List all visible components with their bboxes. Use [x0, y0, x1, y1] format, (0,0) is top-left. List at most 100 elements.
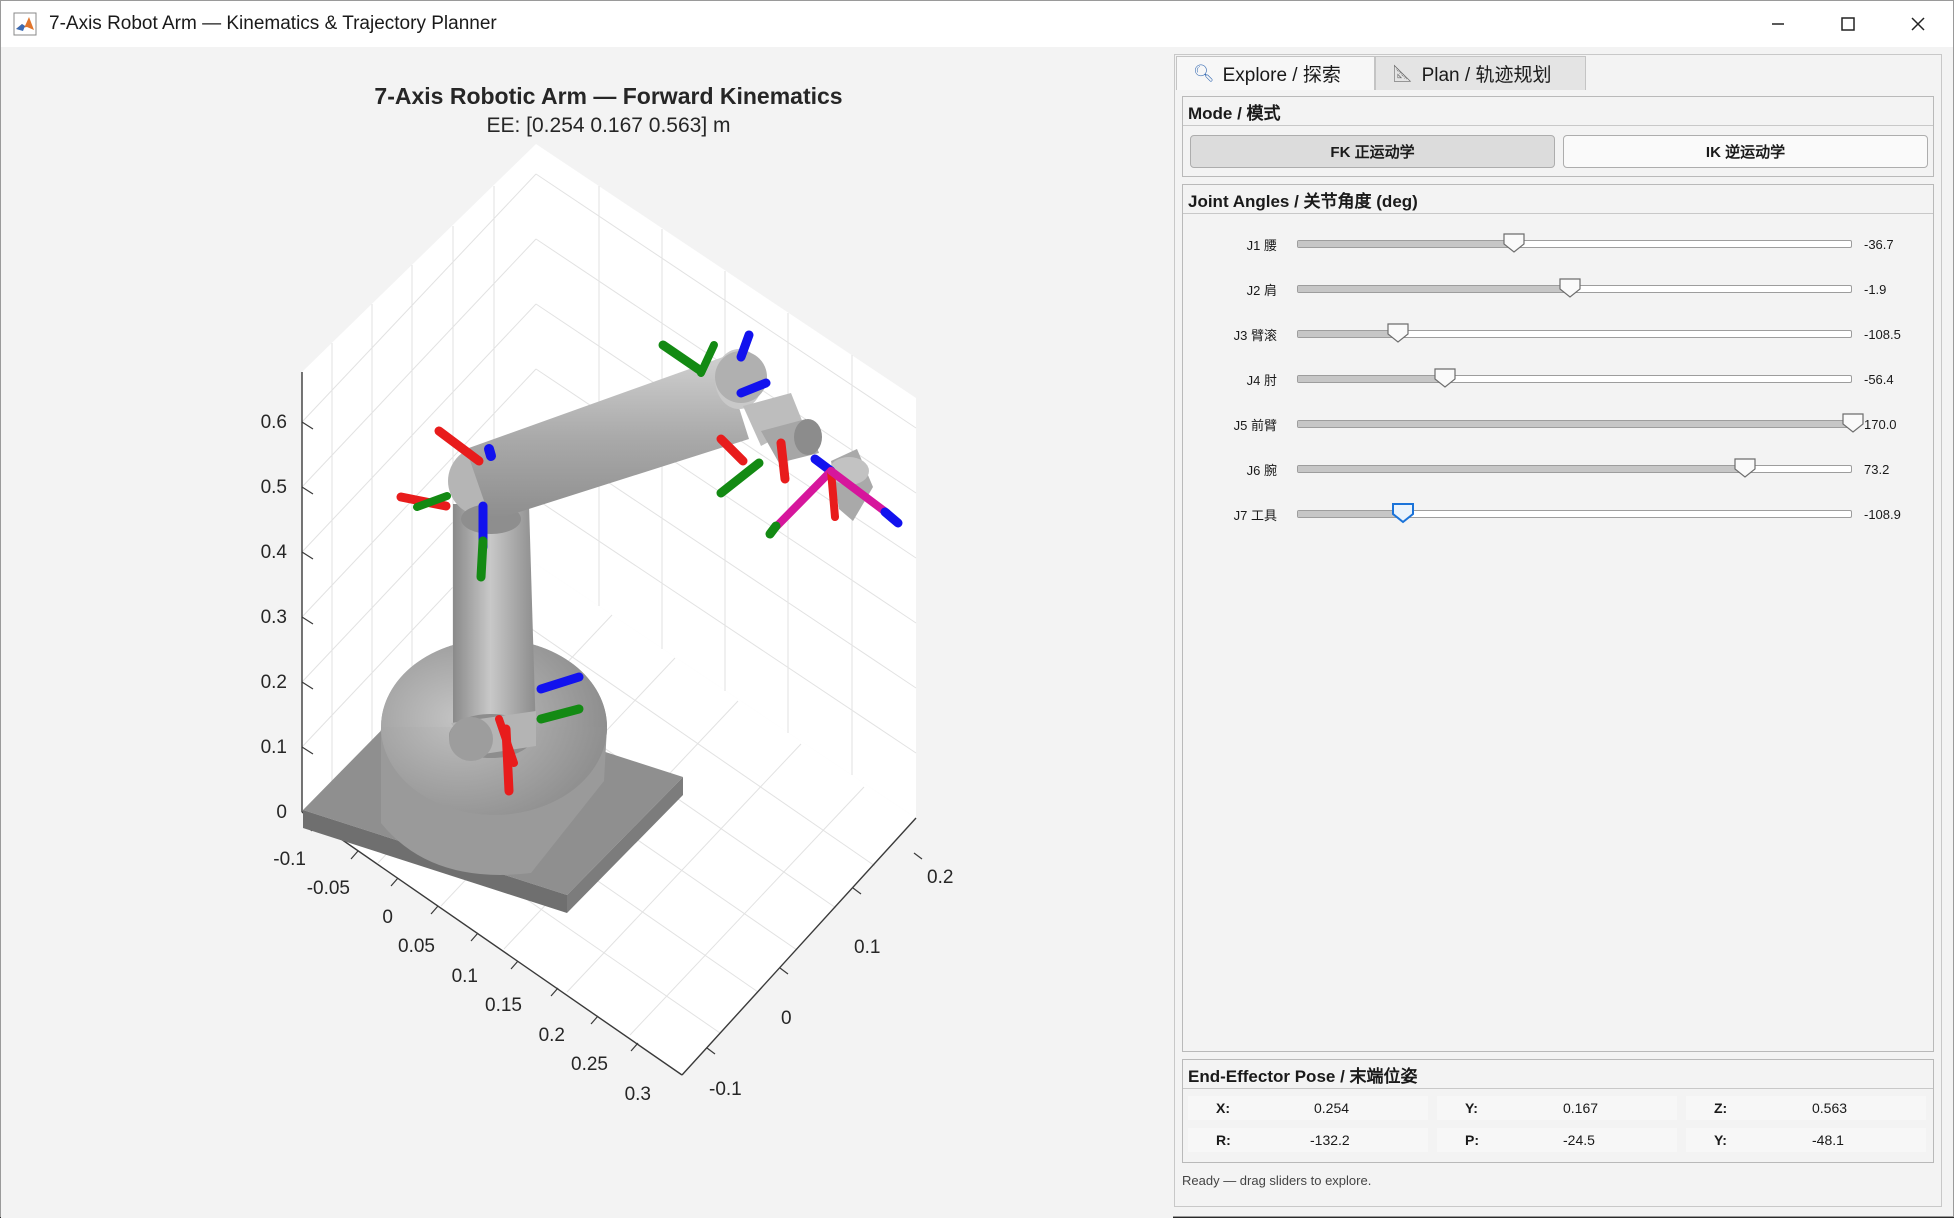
mode-group-title: Mode / 模式 — [1183, 97, 1933, 126]
slider-fill — [1298, 376, 1446, 382]
z-tick-label: 0.3 — [261, 607, 287, 628]
maximize-icon — [1841, 17, 1855, 31]
app-window: 7-Axis Robot Arm — Kinematics & Trajecto… — [0, 0, 1954, 1218]
pose-group-title: End-Effector Pose / 末端位姿 — [1183, 1060, 1933, 1089]
pose-yaw-label: Y: — [1714, 1132, 1727, 1148]
joint-row: J2 肩 -1.9 — [1183, 274, 1933, 304]
joint-row: J6 腕 73.2 — [1183, 454, 1933, 484]
joint-slider[interactable] — [1297, 458, 1852, 478]
joint-value: 73.2 — [1864, 461, 1890, 477]
slider-thumb[interactable] — [1502, 232, 1526, 254]
joint-row: J1 腰 -36.7 — [1183, 229, 1933, 259]
slider-fill — [1298, 241, 1515, 247]
tab-plan[interactable]: 📐︎ Plan / 轨迹规划 — [1375, 56, 1586, 90]
joint-angles-title: Joint Angles / 关节角度 (deg) — [1183, 185, 1933, 214]
pose-roll-label: R: — [1216, 1132, 1231, 1148]
pose-y-value: 0.167 — [1563, 1100, 1599, 1116]
plot-area[interactable]: 7-Axis Robotic Arm — Forward Kinematics … — [1, 47, 1173, 1218]
slider-thumb[interactable] — [1558, 277, 1582, 299]
tab-bar: 🔍︎ Explore / 探索 📐︎ Plan / 轨迹规划 — [1176, 56, 1586, 90]
joint-label: J4 肘 — [1246, 372, 1277, 388]
z-tick-label: 0.4 — [261, 542, 288, 563]
joint-row: J7 工具 -108.9 — [1183, 499, 1933, 529]
title-bar[interactable]: 7-Axis Robot Arm — Kinematics & Trajecto… — [1, 1, 1953, 47]
matlab-icon — [13, 12, 37, 36]
y-tick-label: 0.1 — [854, 937, 880, 958]
pose-x-value: 0.254 — [1314, 1100, 1350, 1116]
slider-thumb[interactable] — [1841, 412, 1865, 434]
joint-value: -1.9 — [1864, 281, 1887, 297]
close-icon — [1911, 17, 1925, 31]
x-tick-label: 0.05 — [398, 936, 435, 957]
joint-slider[interactable] — [1297, 413, 1864, 433]
axes-background — [302, 144, 916, 1075]
z-tick-label: 0.2 — [261, 672, 287, 693]
pose-y-label: Y: — [1465, 1100, 1478, 1116]
x-tick-label: -0.1 — [273, 849, 306, 870]
pose-z-value: 0.563 — [1812, 1100, 1848, 1116]
x-tick-label: 0.1 — [452, 966, 478, 987]
joint-value: 170.0 — [1864, 416, 1897, 432]
pose-roll-value: -132.2 — [1310, 1132, 1350, 1148]
minimize-icon — [1772, 23, 1784, 25]
maximize-button[interactable] — [1813, 1, 1883, 47]
status-message: Ready — drag sliders to explore. — [1182, 1173, 1372, 1188]
slider-fill — [1298, 421, 1853, 427]
slider-thumb[interactable] — [1386, 322, 1410, 344]
slider-fill — [1298, 466, 1745, 472]
ruler-icon: 📐︎ — [1392, 63, 1414, 83]
slider-thumb[interactable] — [1733, 457, 1757, 479]
slider-fill — [1298, 286, 1570, 292]
joint-label: J6 腕 — [1246, 462, 1277, 478]
pose-pitch-value: -24.5 — [1563, 1132, 1595, 1148]
window-title: 7-Axis Robot Arm — Kinematics & Trajecto… — [49, 13, 497, 34]
fk-mode-button[interactable]: FK 正运动学 — [1190, 135, 1555, 168]
close-button[interactable] — [1883, 1, 1953, 47]
joint-slider[interactable] — [1297, 233, 1852, 253]
joint-label: J7 工具 — [1233, 507, 1277, 523]
x-tick-label: 0 — [382, 907, 393, 928]
x-tick-label: 0.15 — [485, 995, 522, 1016]
mode-group: Mode / 模式 FK 正运动学 IK 逆运动学 — [1182, 96, 1934, 177]
ik-mode-button[interactable]: IK 逆运动学 — [1563, 135, 1928, 168]
slider-thumb[interactable] — [1433, 367, 1457, 389]
joint-value: -56.4 — [1864, 371, 1894, 387]
joint-slider[interactable] — [1297, 368, 1852, 388]
joint-row: J5 前臂 170.0 — [1183, 409, 1933, 439]
joint-value: -36.7 — [1864, 236, 1894, 252]
pose-z-label: Z: — [1714, 1100, 1728, 1116]
tab-label: Plan / 轨迹规划 — [1421, 65, 1552, 86]
z-tick-label: 0 — [276, 802, 287, 823]
y-tick-label: 0.2 — [927, 867, 953, 888]
z-tick-label: 0.6 — [261, 412, 287, 433]
robot-3d-plot[interactable]: 0 0.1 0.2 0.3 0.4 0.5 0.6 -0.1 -0.05 0 0… — [1, 47, 1173, 1177]
pose-yaw-value: -48.1 — [1812, 1132, 1844, 1148]
y-tick-label: -0.1 — [709, 1079, 742, 1100]
x-tick-label: 0.25 — [571, 1054, 608, 1075]
x-tick-label: 0.2 — [539, 1025, 565, 1046]
z-tick-label: 0.1 — [261, 737, 287, 758]
joint-row: J3 臂滚 -108.5 — [1183, 319, 1933, 349]
joint-slider[interactable] — [1297, 323, 1852, 343]
joint-label: J5 前臂 — [1233, 417, 1277, 433]
slider-fill — [1298, 511, 1404, 517]
joint-row: J4 肘 -56.4 — [1183, 364, 1933, 394]
joint-label: J1 腰 — [1246, 237, 1277, 253]
slider-fill — [1298, 331, 1398, 337]
joint-value: -108.5 — [1864, 326, 1901, 342]
end-effector-pose-group: End-Effector Pose / 末端位姿 X: 0.254 Y: 0.1… — [1182, 1059, 1934, 1163]
joint-label: J3 臂滚 — [1233, 327, 1277, 343]
slider-thumb[interactable] — [1391, 502, 1415, 524]
y-tick-label: 0 — [781, 1008, 792, 1029]
tab-label: Explore / 探索 — [1222, 65, 1341, 86]
joint-slider[interactable] — [1297, 278, 1852, 298]
minimize-button[interactable] — [1743, 1, 1813, 47]
joint-slider[interactable] — [1297, 503, 1852, 524]
joint-angles-group: Joint Angles / 关节角度 (deg) J1 腰 -36.7 J2 肩 -… — [1182, 184, 1934, 1052]
z-tick-labels: 0 0.1 0.2 0.3 0.4 0.5 0.6 — [261, 412, 288, 823]
pose-x-label: X: — [1216, 1100, 1230, 1116]
pose-pitch-label: P: — [1465, 1132, 1479, 1148]
z-tick-label: 0.5 — [261, 477, 287, 498]
x-tick-label: -0.05 — [307, 878, 350, 899]
tab-explore[interactable]: 🔍︎ Explore / 探索 — [1176, 56, 1375, 90]
